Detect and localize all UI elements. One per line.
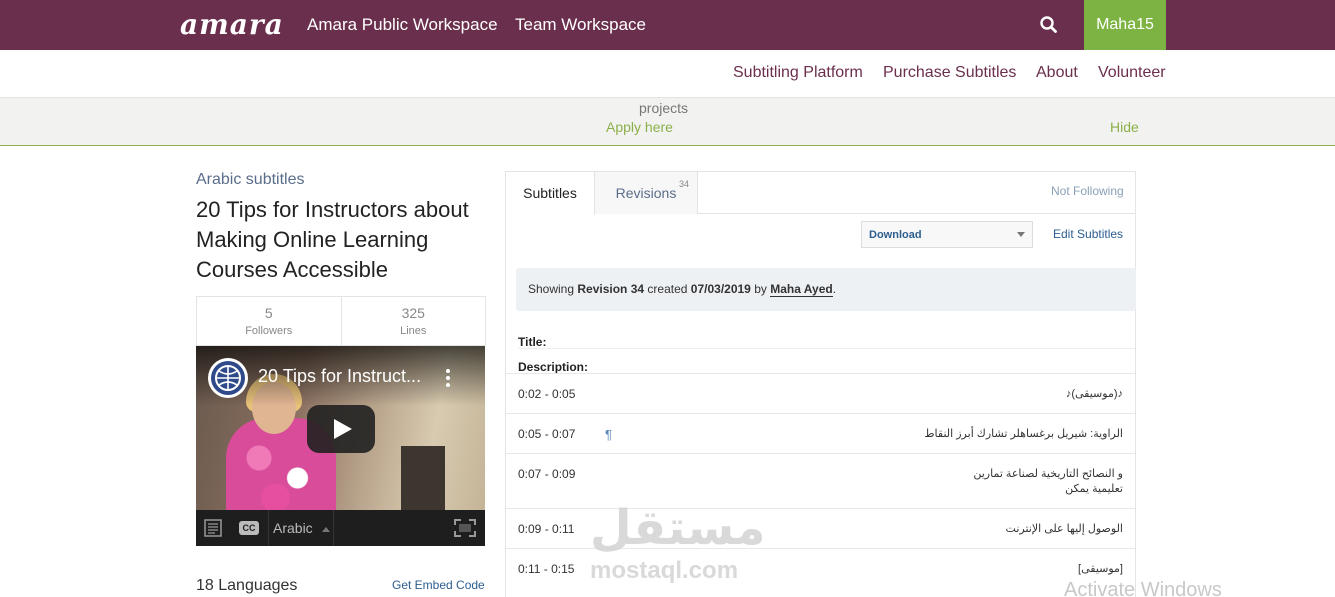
tab-subtitles[interactable]: Subtitles: [506, 172, 595, 215]
search-icon[interactable]: [1036, 12, 1062, 38]
lectern: [401, 446, 445, 510]
hide-banner-link[interactable]: Hide: [1110, 119, 1139, 135]
lines-stat: 325 Lines: [340, 297, 486, 345]
video-stats: 5 Followers 325 Lines: [196, 296, 486, 346]
channel-logo-icon[interactable]: [208, 358, 248, 398]
lines-count: 325: [401, 305, 425, 321]
watermark-logo: مستقل: [590, 502, 766, 555]
activate-windows-notice: Activate Windows: [1064, 579, 1222, 597]
description-field-label: Description:: [518, 360, 589, 374]
subtitle-timing: 0:02 - 0:05: [518, 387, 576, 401]
revision-info: Showing Revision 34 created 07/03/2019 b…: [516, 268, 1136, 311]
nav-team-workspace[interactable]: Team Workspace: [515, 15, 646, 35]
subtitle-line: 0:05 - 0:07 ¶ الراوية: شيريل برغساهلر تش…: [506, 413, 1135, 453]
revision-number: Revision 34: [577, 282, 645, 296]
subtitle-timing: 0:11 - 0:15: [518, 562, 575, 576]
player-controls: CC Arabic: [196, 510, 485, 546]
subtitle-text: ♪(موسيقى)♪: [1065, 388, 1123, 400]
revision-suffix: .: [832, 282, 837, 296]
languages-count: 18 Languages: [196, 577, 298, 594]
followers-stat[interactable]: 5 Followers: [197, 297, 341, 345]
chevron-down-icon: [1017, 232, 1025, 237]
revision-date: 07/03/2019: [690, 282, 751, 296]
transcript-icon[interactable]: [204, 519, 222, 537]
play-button[interactable]: [307, 405, 375, 453]
subtitle-language-selector[interactable]: Arabic: [268, 510, 334, 546]
followers-label: Followers: [245, 325, 293, 337]
get-embed-code-link[interactable]: Get Embed Code: [392, 578, 485, 592]
revisions-count-badge: 34: [679, 179, 690, 189]
pilcrow-icon: ¶: [605, 427, 612, 442]
top-bar: amara Amara Public Workspace Team Worksp…: [0, 0, 1335, 50]
subtitle-line: 0:02 - 0:05 ♪(موسيقى)♪: [506, 373, 1135, 413]
nav-volunteer[interactable]: Volunteer: [1098, 64, 1166, 82]
nav-about[interactable]: About: [1036, 64, 1078, 82]
watermark-url: mostaql.com: [590, 557, 739, 584]
edit-subtitles-link[interactable]: Edit Subtitles: [1053, 227, 1123, 241]
subtitle-text: الراوية: شيريل برغساهلر تشارك أبرز النقا…: [924, 428, 1123, 440]
followers-count: 5: [264, 305, 273, 321]
subtitle-timing: 0:05 - 0:07: [518, 427, 576, 441]
subtitle-timing: 0:07 - 0:09: [518, 467, 576, 481]
revision-by: by: [754, 282, 767, 296]
follow-toggle[interactable]: Not Following: [1051, 184, 1124, 198]
fullscreen-icon[interactable]: [454, 519, 476, 537]
tab-revisions[interactable]: Revisions 34: [595, 172, 698, 214]
download-label: Download: [869, 229, 922, 241]
nav-purchase-subtitles[interactable]: Purchase Subtitles: [883, 64, 1016, 82]
banner-text: projects: [639, 100, 689, 116]
more-options-icon[interactable]: [444, 368, 452, 388]
apply-here-link[interactable]: Apply here: [606, 119, 673, 135]
video-player[interactable]: 20 Tips for Instruct... CC Arabic: [196, 346, 485, 546]
user-menu-button[interactable]: Maha15: [1084, 0, 1166, 50]
amara-logo[interactable]: amara: [180, 8, 284, 41]
nav-subtitling-platform[interactable]: Subtitling Platform: [733, 64, 863, 82]
caret-up-icon: [321, 527, 330, 532]
subtitle-text: و النصائح التاريخية لصناعة تمارين تعليمي…: [973, 468, 1123, 495]
closed-captions-icon[interactable]: CC: [239, 521, 259, 535]
panel-tabs: Subtitles Revisions 34 Not Following: [506, 172, 1135, 215]
tab-revisions-label: Revisions: [615, 185, 677, 201]
subtitle-text: الوصول إليها على الإنترنت: [1005, 523, 1123, 535]
download-select[interactable]: Download: [861, 221, 1033, 248]
title-field-label: Title:: [518, 335, 1135, 349]
revision-created: created: [647, 282, 688, 296]
player-video-title[interactable]: 20 Tips for Instruct...: [258, 366, 421, 387]
volunteer-banner: projects Apply here Hide: [0, 98, 1335, 146]
selected-language: Arabic: [273, 520, 313, 536]
subtitle-language-link[interactable]: Arabic subtitles: [196, 171, 305, 189]
secondary-nav: Subtitling Platform Purchase Subtitles A…: [0, 50, 1335, 98]
lines-label: Lines: [400, 325, 427, 337]
nav-public-workspace[interactable]: Amara Public Workspace: [307, 15, 498, 35]
subtitle-timing: 0:09 - 0:11: [518, 522, 575, 536]
revision-prefix: Showing: [528, 282, 575, 296]
video-title: 20 Tips for Instructors about Making Onl…: [196, 197, 469, 282]
revision-author-link[interactable]: Maha Ayed: [770, 282, 833, 297]
subtitle-text: [موسيقى]: [1078, 563, 1123, 575]
